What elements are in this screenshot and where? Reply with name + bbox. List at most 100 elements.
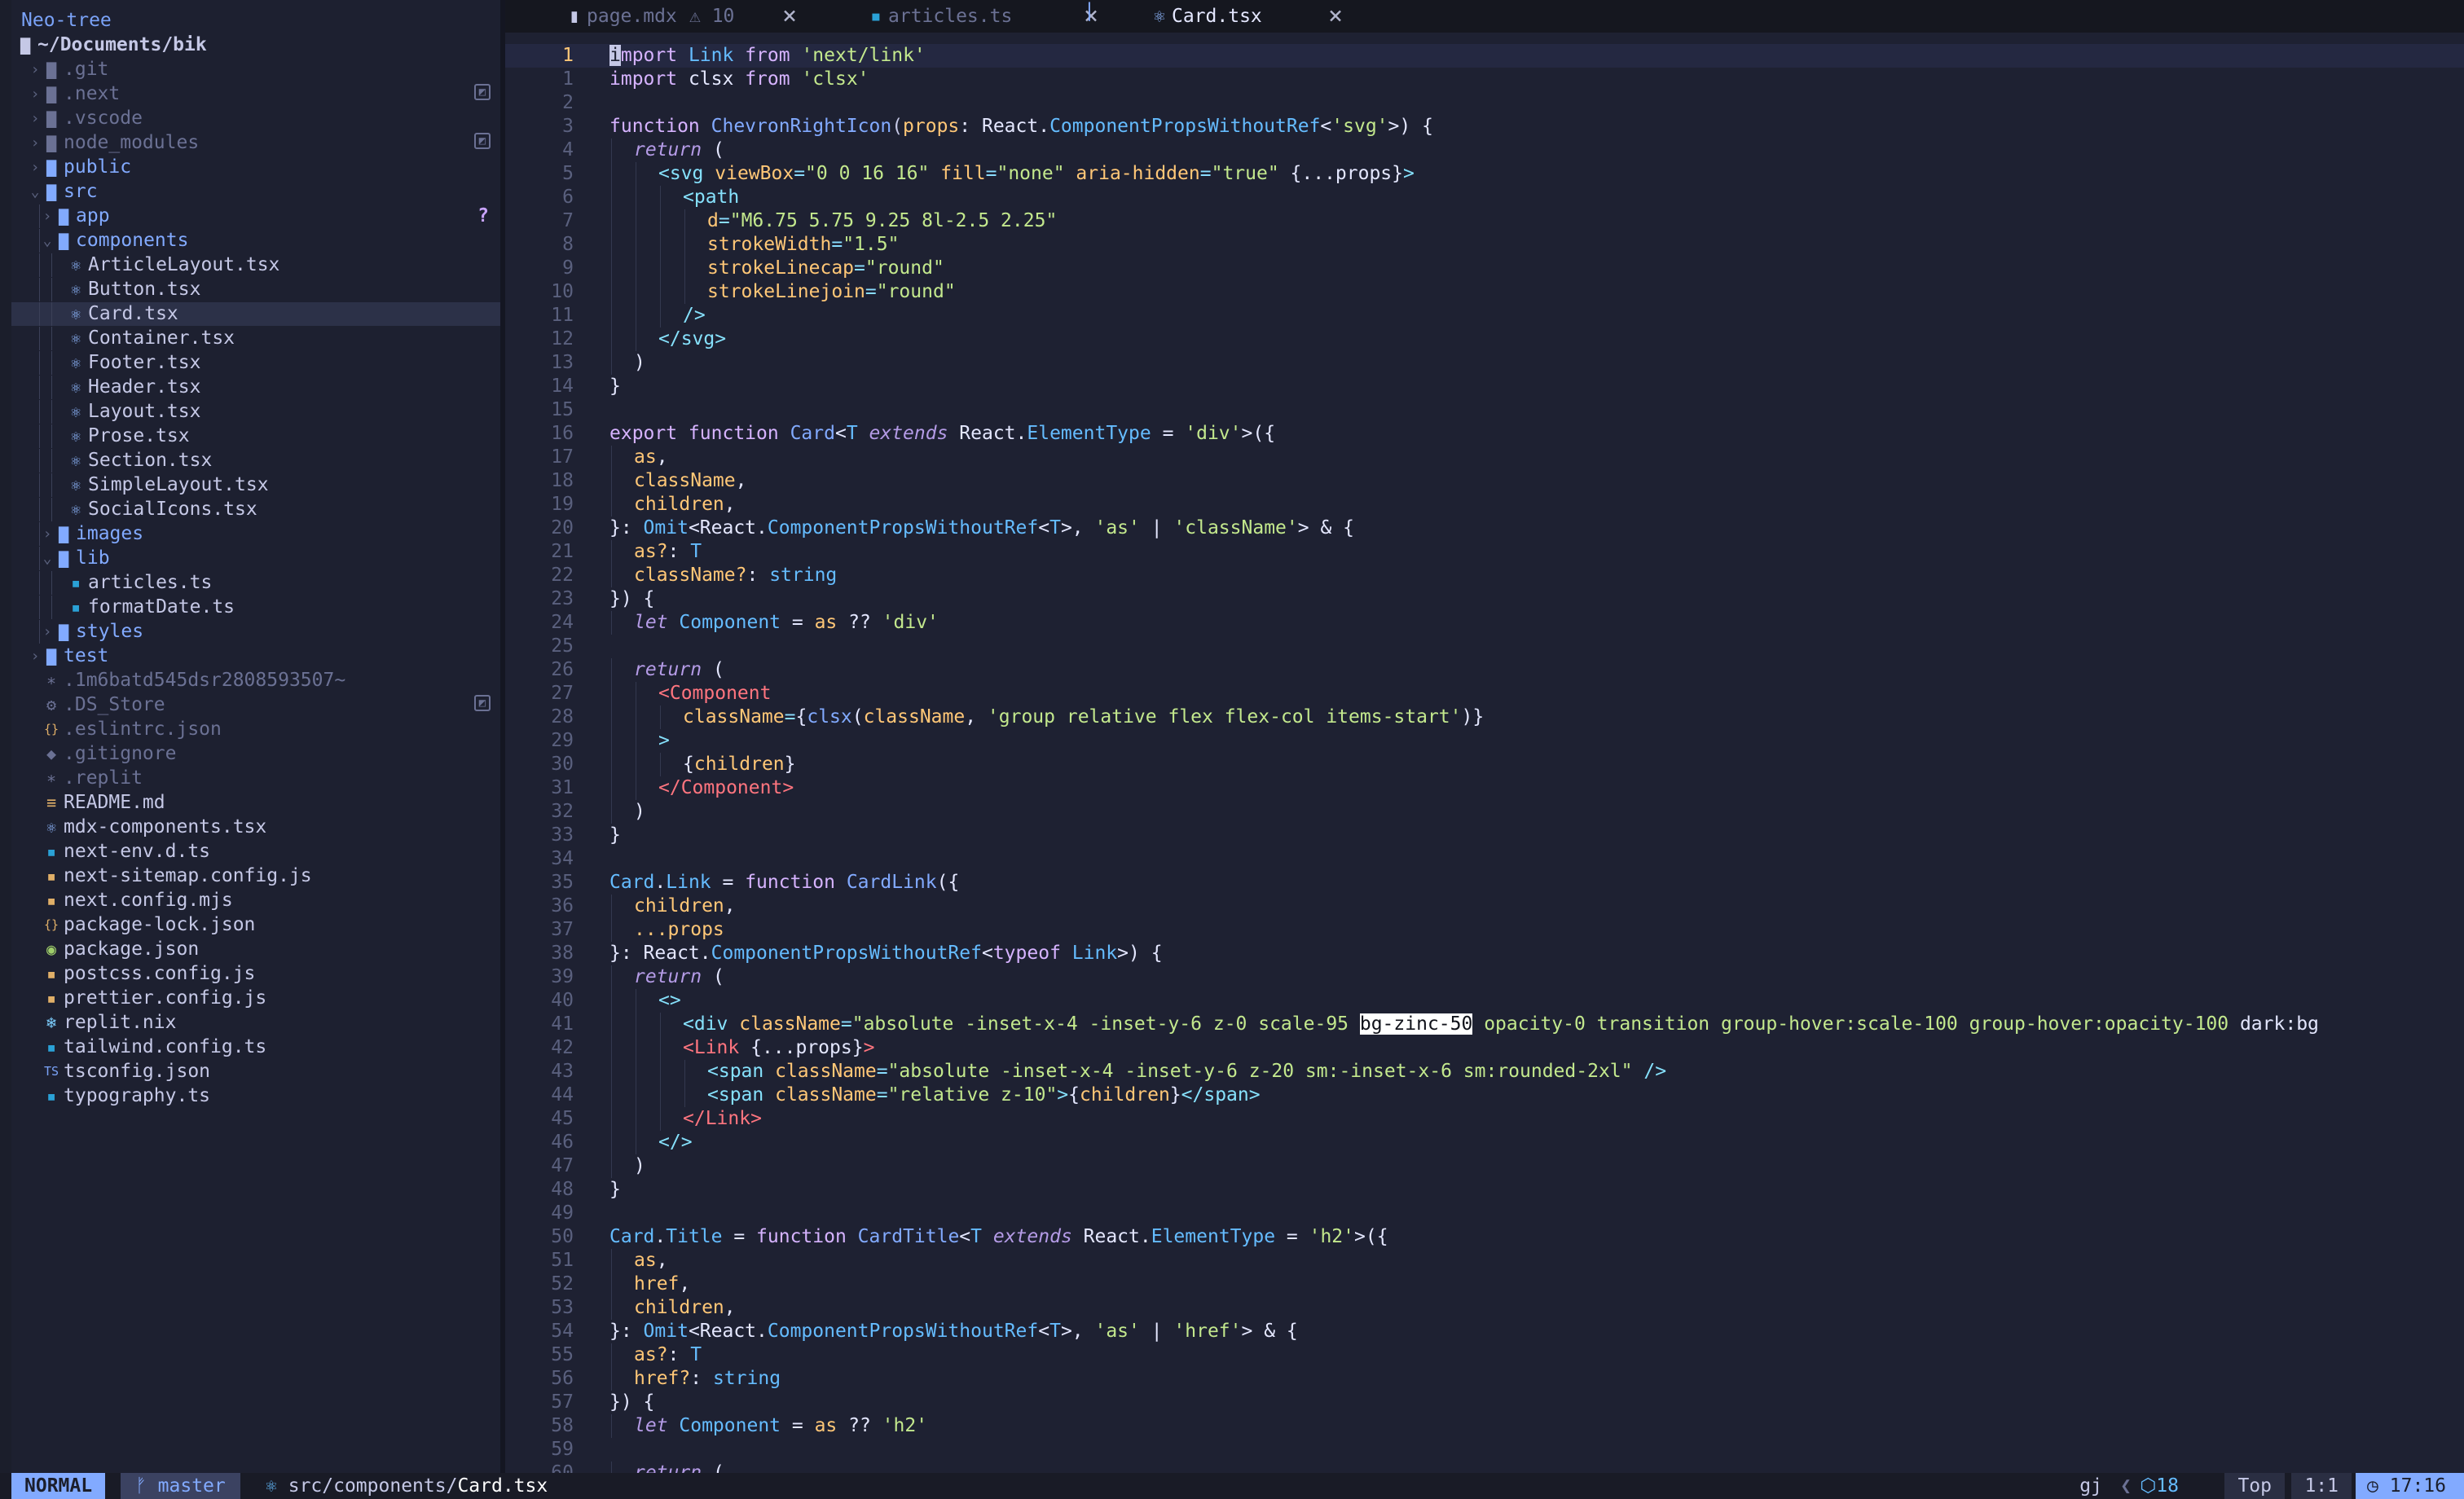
tree-item[interactable]: ⚛ ArticleLayout.tsx [11,253,500,277]
code-line[interactable]: 37 ...props [505,918,2464,942]
code-line[interactable]: 11 /> [505,304,2464,327]
code-line[interactable]: 43 <span className="absolute -inset-x-4 -… [505,1060,2464,1084]
tab-card-tsx[interactable]: ⚛ Card.tsx × [1131,0,1361,33]
code-line[interactable]: 38}: React.ComponentPropsWithoutRef<type… [505,942,2464,965]
tree-item[interactable]: ▪ prettier.config.js [11,987,500,1010]
code-line[interactable]: 30 {children} [505,753,2464,776]
code-line[interactable]: 9 strokeLinecap="round" [505,257,2464,280]
code-line[interactable]: 47) [505,1154,2464,1178]
tree-item[interactable]: ⚛ Card.tsx [11,302,500,326]
tree-item[interactable]: {} .eslintrc.json [11,718,500,741]
code-line[interactable]: 7 d="M6.75 5.75 9.25 8l-2.5 2.25" [505,209,2464,233]
code-editor[interactable]: 1 import Link from 'next/link' 1 import cls… [505,33,2464,1473]
tree-item[interactable]: ⌄ ▇ src [11,180,500,204]
code-line[interactable]: 14} [505,375,2464,398]
code-line[interactable]: 45 </Link> [505,1107,2464,1131]
code-line[interactable]: 35 Card.Link = function CardLink({ [505,871,2464,895]
chevron-down-icon[interactable]: ⌄ [29,180,41,204]
tree-item[interactable]: ◆ .gitignore [11,742,500,766]
tree-item[interactable]: ⚛ Layout.tsx [11,400,500,424]
chevron-right-icon[interactable]: › [29,156,41,179]
tree-item[interactable]: ⚛ Button.tsx [11,278,500,301]
tree-item[interactable]: ⌄ ▇ lib [11,547,500,570]
code-line[interactable]: 25 [505,635,2464,658]
tree-item[interactable]: ⚛ Header.tsx [11,376,500,399]
code-line[interactable]: 36 children, [505,895,2464,918]
code-line[interactable]: 59 [505,1438,2464,1462]
code-line[interactable]: 18 className, [505,469,2464,493]
tree-item[interactable]: ⚙ .DS_Store ◩ [11,693,500,717]
chevron-down-icon[interactable]: ⌄ [42,229,53,253]
tree-item[interactable]: ⚛ Section.tsx [11,449,500,473]
code-line[interactable]: 34 [505,847,2464,871]
code-line[interactable]: 40 <> [505,989,2464,1013]
code-line[interactable]: 28 className={clsx(className, 'group rela… [505,706,2464,729]
tree-item[interactable]: ≡ README.md [11,791,500,815]
tab-page-mdx[interactable]: ▮ page.mdx ⚠ 10 × [546,0,815,33]
tree-item[interactable]: ▪ postcss.config.js [11,962,500,986]
chevron-right-icon[interactable]: › [29,82,41,106]
code-line[interactable]: 6 <path [505,186,2464,209]
tree-item[interactable]: › ▇ app? [11,204,500,228]
code-line[interactable]: 13) [505,351,2464,375]
code-line[interactable]: 55 as?: T [505,1343,2464,1367]
tree-item[interactable]: › ▇ images [11,522,500,546]
code-line[interactable]: 39 return ( [505,965,2464,989]
tree-item[interactable]: ▪ next-sitemap.config.js [11,864,500,888]
close-icon[interactable]: × [1328,0,1343,33]
code-line[interactable]: 48} [505,1178,2464,1202]
code-line[interactable]: 60 return ( [505,1462,2464,1473]
code-line[interactable]: 24 let Component = as ?? 'div' [505,611,2464,635]
code-line[interactable]: 22 className?: string [505,564,2464,587]
tree-item[interactable]: ⚛ Footer.tsx [11,351,500,375]
tree-item[interactable]: ▪ articles.ts [11,571,500,595]
tree-item[interactable]: › ▇ .git [11,58,500,81]
code-line[interactable]: 33} [505,824,2464,847]
code-line[interactable]: 52 href, [505,1273,2464,1296]
chevron-right-icon[interactable]: › [29,131,41,155]
chevron-right-icon[interactable]: › [42,620,53,644]
tree-item[interactable]: › ▇ .next ◩ [11,82,500,106]
code-line[interactable]: 20}: Omit<React.ComponentPropsWithoutRef… [505,517,2464,540]
code-line[interactable]: 4 return ( [505,138,2464,162]
tree-item[interactable]: ▪ next-env.d.ts [11,840,500,864]
code-line[interactable]: 21 as?: T [505,540,2464,564]
code-line[interactable]: 50 Card.Title = function CardTitle<T exte… [505,1225,2464,1249]
code-line[interactable]: 46 </> [505,1131,2464,1154]
tree-item[interactable]: ⌄ ▇ components [11,229,500,253]
tree-item[interactable]: ▪ tailwind.config.ts [11,1035,500,1059]
tree-item[interactable]: ⚛ Container.tsx [11,327,500,350]
code-line[interactable]: 12 </svg> [505,327,2464,351]
code-line[interactable]: 5 <svg viewBox="0 0 16 16" fill="none" ar… [505,162,2464,186]
tree-item[interactable]: {} package-lock.json [11,913,500,937]
code-line[interactable]: 15 [505,398,2464,422]
tree-item[interactable]: › ▇ styles [11,620,500,644]
chevron-right-icon[interactable]: › [42,204,53,228]
code-line[interactable]: 1 import Link from 'next/link' [505,44,2464,68]
chevron-right-icon[interactable]: › [29,644,41,668]
code-line[interactable]: 17 as, [505,446,2464,469]
tree-item[interactable]: TS tsconfig.json [11,1060,500,1084]
tree-item[interactable]: › ▇ test [11,644,500,668]
code-line[interactable]: 31 </Component> [505,776,2464,800]
code-line[interactable]: 8 strokeWidth="1.5" [505,233,2464,257]
code-line[interactable]: 54}: Omit<React.ComponentPropsWithoutRef… [505,1320,2464,1343]
tree-item[interactable]: ∗ .replit [11,767,500,790]
chevron-right-icon[interactable]: › [29,107,41,130]
tree-item[interactable]: ▪ formatDate.ts [11,596,500,619]
tree-item[interactable]: ⚛ SimpleLayout.tsx [11,473,500,497]
tree-item[interactable]: ∗ .1m6batd545dsr2808593507~ [11,669,500,692]
code-line[interactable]: 27 <Component [505,682,2464,706]
tree-item[interactable]: ⚛ Prose.tsx [11,424,500,448]
tree-item[interactable]: ▪ next.config.mjs [11,889,500,912]
tree-item[interactable]: ⚛ SocialIcons.tsx [11,498,500,521]
code-line[interactable]: 10 strokeLinejoin="round" [505,280,2464,304]
chevron-right-icon[interactable]: › [29,58,41,81]
tree-item[interactable]: ⚛ mdx-components.tsx [11,815,500,839]
tree-item[interactable]: › ▇ public [11,156,500,179]
code-line[interactable]: 51 as, [505,1249,2464,1273]
tree-item[interactable]: ❄ replit.nix [11,1011,500,1035]
code-line[interactable]: 1 import clsx from 'clsx' [505,68,2464,91]
tree-item[interactable]: › ▇ .vscode [11,107,500,130]
chevron-down-icon[interactable]: ⌄ [42,547,53,570]
